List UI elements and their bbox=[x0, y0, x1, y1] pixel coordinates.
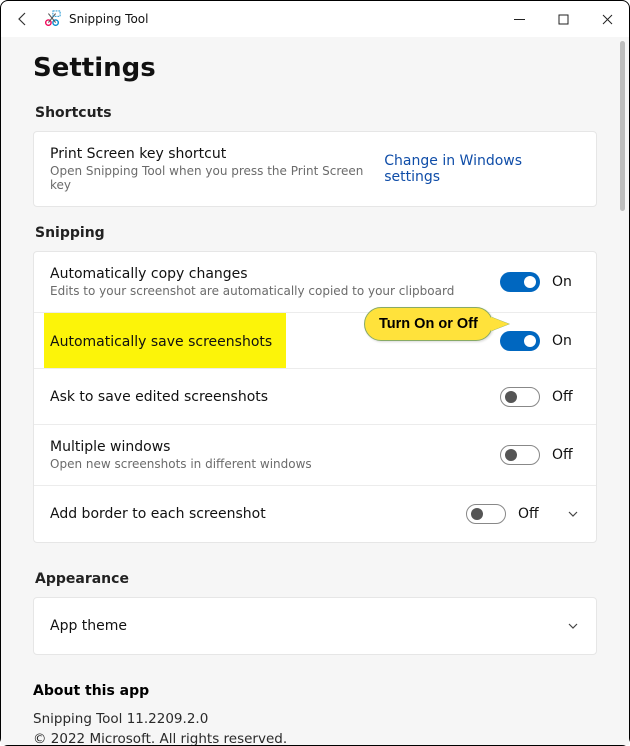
toggle-state: Off bbox=[552, 447, 580, 463]
row-title: App theme bbox=[50, 618, 558, 634]
ask-save-toggle[interactable] bbox=[500, 387, 540, 407]
section-shortcuts-label: Shortcuts bbox=[35, 105, 597, 121]
page-title: Settings bbox=[33, 37, 597, 105]
toggle-state: On bbox=[552, 333, 580, 349]
auto-copy-toggle[interactable] bbox=[500, 272, 540, 292]
change-in-windows-link[interactable]: Change in Windows settings bbox=[384, 153, 580, 185]
row-title: Print Screen key shortcut bbox=[50, 146, 384, 162]
toggle-state: Off bbox=[552, 389, 580, 405]
row-title: Automatically copy changes bbox=[50, 266, 500, 282]
row-title: Add border to each screenshot bbox=[50, 506, 466, 522]
scrollbar-thumb[interactable] bbox=[620, 41, 625, 211]
auto-save-toggle[interactable] bbox=[500, 331, 540, 351]
auto-save-row: Turn On or Off Automatically save screen… bbox=[34, 313, 596, 369]
about-header: About this app bbox=[33, 683, 597, 699]
window-title: Snipping Tool bbox=[69, 12, 148, 26]
multiple-windows-toggle[interactable] bbox=[500, 445, 540, 465]
row-subtitle: Open Snipping Tool when you press the Pr… bbox=[50, 164, 384, 192]
toggle-state: Off bbox=[518, 506, 546, 522]
ask-save-row: Ask to save edited screenshots Off bbox=[34, 369, 596, 425]
app-theme-row[interactable]: App theme bbox=[34, 598, 596, 654]
print-screen-shortcut-row: Print Screen key shortcut Open Snipping … bbox=[34, 132, 596, 206]
about-copyright: © 2022 Microsoft. All rights reserved. bbox=[33, 729, 597, 745]
about-version: Snipping Tool 11.2209.2.0 bbox=[33, 709, 597, 729]
close-button[interactable] bbox=[585, 1, 629, 37]
minimize-button[interactable] bbox=[497, 1, 541, 37]
toggle-state: On bbox=[552, 274, 580, 290]
add-border-toggle[interactable] bbox=[466, 504, 506, 524]
chevron-down-icon bbox=[566, 507, 580, 521]
maximize-button[interactable] bbox=[541, 1, 585, 37]
row-title: Ask to save edited screenshots bbox=[50, 389, 500, 405]
section-appearance-label: Appearance bbox=[35, 571, 597, 587]
row-title: Multiple windows bbox=[50, 439, 500, 455]
row-subtitle: Open new screenshots in different window… bbox=[50, 457, 500, 471]
section-snipping-label: Snipping bbox=[35, 225, 597, 241]
chevron-down-icon bbox=[566, 619, 580, 633]
row-subtitle: Edits to your screenshot are automatical… bbox=[50, 284, 500, 298]
snipping-tool-icon bbox=[43, 10, 61, 28]
multiple-windows-row: Multiple windows Open new screenshots in… bbox=[34, 425, 596, 486]
back-button[interactable] bbox=[9, 5, 37, 33]
row-title: Automatically save screenshots bbox=[50, 334, 272, 350]
add-border-row[interactable]: Add border to each screenshot Off bbox=[34, 486, 596, 542]
auto-copy-row: Automatically copy changes Edits to your… bbox=[34, 252, 596, 313]
